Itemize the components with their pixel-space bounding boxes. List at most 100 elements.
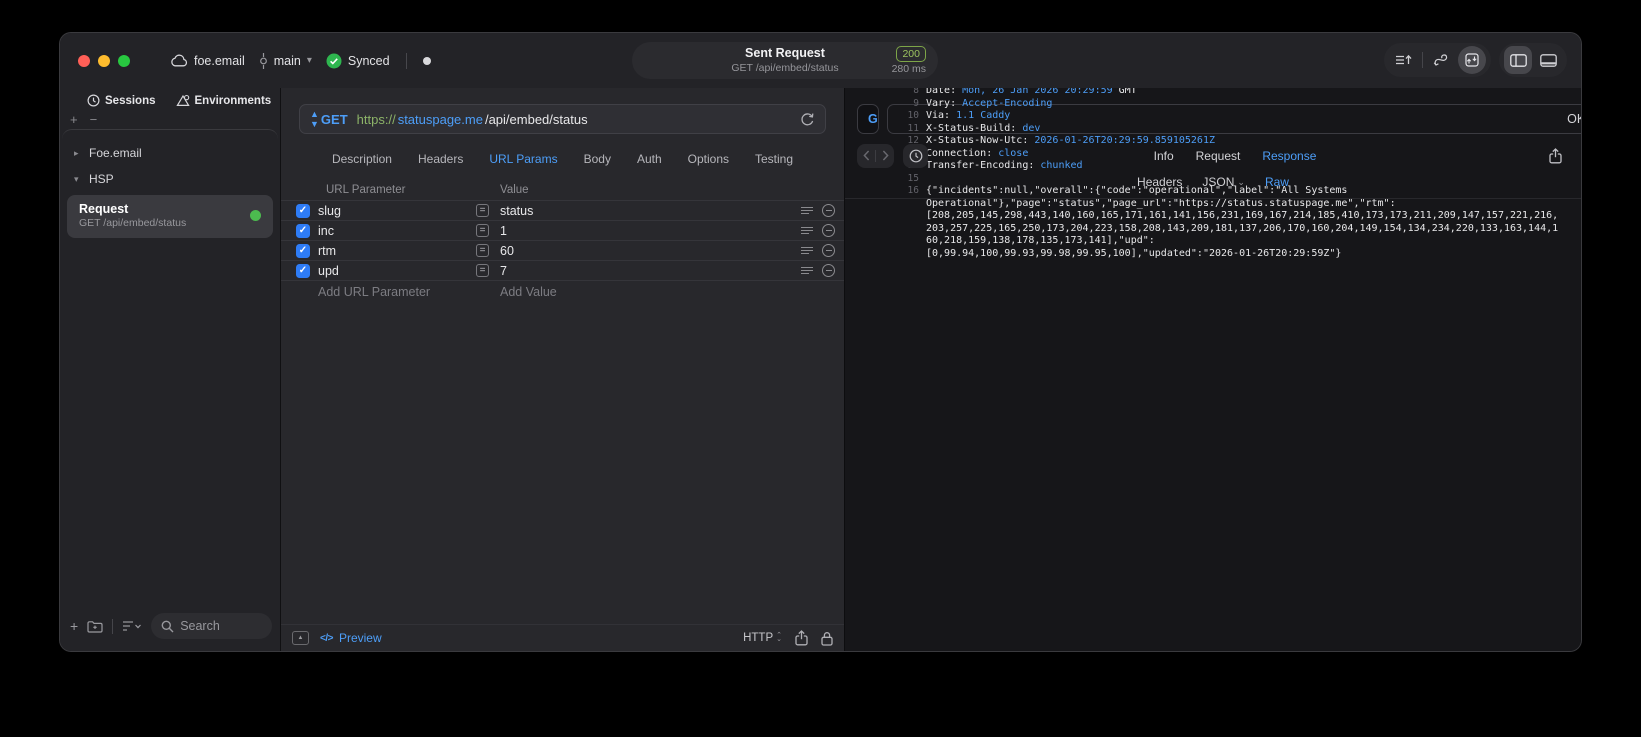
request-tab-headers[interactable]: Headers — [418, 152, 463, 166]
sent-request-title: Sent Request — [745, 46, 825, 61]
sync-status[interactable]: Synced — [326, 53, 390, 69]
reorder-lines-icon[interactable] — [801, 265, 813, 276]
titlebar-toolbar — [1384, 43, 1567, 77]
method-selector[interactable]: GET — [321, 112, 348, 127]
lock-icon[interactable] — [821, 631, 833, 646]
sent-request-info: Sent Request GET /api/embed/status — [702, 46, 868, 75]
response-subtab-raw[interactable]: Raw — [1265, 175, 1289, 189]
response-tab-info[interactable]: Info — [1154, 149, 1174, 163]
response-tab-request[interactable]: Request — [1196, 149, 1241, 163]
param-value-input[interactable]: 1 — [500, 224, 784, 238]
reorder-lines-icon[interactable] — [801, 245, 813, 256]
add-param-row[interactable]: Add URL Parameter Add Value — [281, 281, 844, 303]
preview-label: Preview — [338, 631, 382, 645]
compare-swap-button[interactable] — [1428, 46, 1456, 74]
response-tabs: Info Request Response — [928, 149, 1542, 163]
toggle-left-panel-button[interactable] — [1504, 46, 1532, 74]
protocol-label: HTTP — [743, 632, 774, 644]
sent-request-pill[interactable]: Sent Request GET /api/embed/status 200 2… — [632, 42, 938, 79]
remove-param-icon[interactable] — [822, 264, 835, 277]
code-brackets-icon: </> — [320, 632, 333, 644]
app-window: foe.email main ▾ Synced Sent Request GET… — [60, 33, 1581, 651]
new-group-button[interactable] — [87, 620, 103, 633]
param-name-input[interactable]: rtm — [318, 244, 476, 258]
tab-sessions[interactable]: Sessions — [87, 94, 156, 107]
request-tab-auth[interactable]: Auth — [637, 152, 662, 166]
response-subtab-json[interactable]: JSON ⌄ — [1202, 175, 1245, 189]
branch-selector[interactable]: main ▾ — [259, 52, 312, 69]
request-tabs: Description Headers URL Params Body Auth Opti… — [281, 146, 844, 179]
request-tab-testing[interactable]: Testing — [755, 152, 793, 166]
add-item-button[interactable]: + — [70, 112, 78, 127]
sent-request-url[interactable]: GET https://statuspage.me/api/embed/stat… — [857, 104, 879, 134]
param-enabled-checkbox[interactable]: ✓ — [296, 223, 310, 238]
history-clock-button[interactable] — [903, 143, 928, 168]
code-text: Via: 1.1 Caddy — [926, 110, 1011, 121]
column-header-value: Value — [500, 183, 529, 196]
search-placeholder: Search — [180, 619, 220, 633]
request-list-item-selected[interactable]: Request GET /api/embed/status — [67, 195, 273, 238]
tree-group-hsp[interactable]: ▾ HSP — [62, 166, 278, 192]
sidebar-tabs: Sessions Environments — [60, 88, 280, 112]
tab-environments[interactable]: Environments — [175, 94, 271, 107]
add-param-name-placeholder[interactable]: Add URL Parameter — [318, 285, 476, 299]
param-value-input[interactable]: 7 — [500, 264, 784, 278]
equals-icon: = — [476, 264, 489, 277]
response-raw-view[interactable] — [845, 199, 1581, 651]
response-tab-response[interactable]: Response — [1262, 149, 1316, 163]
param-name-input[interactable]: upd — [318, 264, 476, 278]
param-enabled-checkbox[interactable]: ✓ — [296, 263, 310, 278]
new-request-button[interactable]: + — [70, 618, 78, 634]
param-value-input[interactable]: 60 — [500, 244, 784, 258]
response-subtab-headers[interactable]: Headers — [1137, 175, 1182, 189]
add-param-value-placeholder[interactable]: Add Value — [500, 285, 784, 299]
minimize-window-button[interactable] — [98, 54, 110, 67]
request-order-button[interactable] — [1389, 46, 1417, 74]
titlebar: foe.email main ▾ Synced Sent Request GET… — [60, 33, 1581, 88]
resend-request-button[interactable] — [800, 112, 815, 127]
history-nav — [857, 143, 894, 168]
toggle-bottom-panel-button[interactable] — [1534, 46, 1562, 74]
param-name-input[interactable]: inc — [318, 224, 476, 238]
sessions-list: ▸ Foe.email ▾ HSP Request GET /api/embed… — [62, 129, 278, 605]
param-enabled-checkbox[interactable]: ✓ — [296, 203, 310, 218]
param-name-input[interactable]: slug — [318, 204, 476, 218]
param-row-upd: ✓ upd = 7 — [281, 261, 844, 281]
request-item-title: Request — [79, 202, 129, 216]
param-enabled-checkbox[interactable]: ✓ — [296, 243, 310, 258]
response-panel: GET https://statuspage.me/api/embed/stat… — [845, 33, 1581, 651]
tree-group-foe-email[interactable]: ▸ Foe.email — [62, 140, 278, 166]
protocol-selector[interactable]: HTTP ⌃ ⌄ — [743, 632, 782, 644]
request-tab-options[interactable]: Options — [688, 152, 729, 166]
preview-button[interactable]: </> Preview — [320, 631, 382, 645]
sort-filter-button[interactable] — [122, 620, 142, 632]
history-back-button[interactable] — [857, 150, 875, 161]
request-tab-url-params[interactable]: URL Params — [489, 152, 557, 166]
reorder-lines-icon[interactable] — [801, 205, 813, 216]
remove-param-icon[interactable] — [822, 204, 835, 217]
request-tab-description[interactable]: Description — [332, 152, 392, 166]
param-value-input[interactable]: status — [500, 204, 784, 218]
collapse-panel-button[interactable]: ▲ — [292, 631, 309, 645]
search-icon — [161, 620, 174, 633]
remove-item-button[interactable]: − — [90, 112, 98, 127]
search-input[interactable]: Search — [151, 613, 272, 639]
reorder-lines-icon[interactable] — [801, 225, 813, 236]
request-tab-body[interactable]: Body — [584, 152, 611, 166]
equals-icon: = — [476, 204, 489, 217]
import-export-button[interactable] — [1458, 46, 1486, 74]
maximize-window-button[interactable] — [118, 54, 130, 67]
response-status-text: OK — [1567, 112, 1581, 126]
request-status-dot — [250, 210, 261, 222]
share-request-button[interactable] — [795, 630, 808, 646]
unsaved-indicator-dot — [422, 56, 431, 65]
export-response-button[interactable] — [1542, 144, 1568, 168]
close-window-button[interactable] — [78, 54, 90, 67]
remove-param-icon[interactable] — [822, 224, 835, 237]
history-forward-button[interactable] — [876, 150, 894, 161]
param-row-slug: ✓ slug = status — [281, 201, 844, 221]
remove-param-icon[interactable] — [822, 244, 835, 257]
param-checkbox-cell: ✓ — [281, 203, 318, 218]
project-button[interactable]: foe.email — [170, 54, 245, 68]
request-url-bar[interactable]: ▲ ▼ GET https://statuspage.me/api/embed/s… — [299, 104, 826, 134]
